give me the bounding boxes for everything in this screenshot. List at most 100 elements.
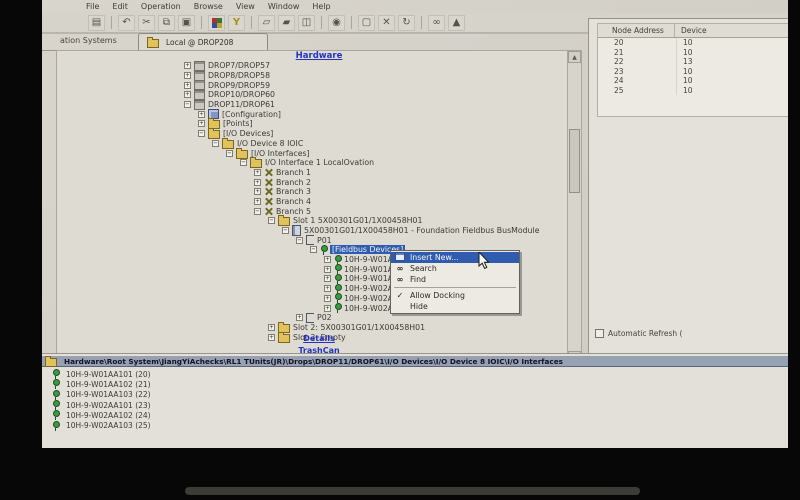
context-menu-item-allow-docking[interactable]: ✓Allow Docking: [391, 290, 519, 301]
collapse-box-icon[interactable]: −: [198, 130, 205, 137]
details-link[interactable]: Details: [57, 334, 581, 343]
device-list-item[interactable]: 10H-9-W02AA103 (25): [52, 420, 151, 430]
tree-item-i-o-device-8-ioic[interactable]: −I/O Device 8 IOIC: [57, 139, 567, 149]
expand-box-icon[interactable]: +: [324, 275, 331, 282]
device-list-item[interactable]: 10H-9-W02AA102 (24): [52, 410, 151, 420]
delete-icon[interactable]: ✕: [378, 15, 395, 31]
expand-box-icon[interactable]: +: [198, 120, 205, 127]
column-header-node-address[interactable]: Node Address: [598, 24, 675, 37]
hardware-panel-title[interactable]: Hardware: [57, 51, 581, 61]
device-list-root-row[interactable]: Hardware\Root System\JiangYiAchecks\RL1 …: [42, 356, 788, 367]
menu-browse[interactable]: Browse: [194, 2, 223, 11]
copy-icon[interactable]: ⧉: [158, 15, 175, 31]
tree-item-drop8-drop58[interactable]: +DROP8/DROP58: [57, 71, 567, 81]
expand-box-icon[interactable]: +: [198, 111, 205, 118]
collapse-box-icon[interactable]: −: [240, 159, 247, 166]
scrollbar-thumb[interactable]: [569, 129, 580, 193]
context-menu-item-find[interactable]: ∞Find: [391, 274, 519, 285]
find-next-icon[interactable]: ▲: [448, 15, 465, 31]
tree-item-points[interactable]: +[Points]: [57, 119, 567, 129]
binoculars-icon[interactable]: ∞: [428, 15, 445, 31]
paste-icon[interactable]: ▣: [178, 15, 195, 31]
camera-icon[interactable]: ◉: [328, 15, 345, 31]
column-header-device[interactable]: Device: [675, 24, 788, 37]
color-grid-icon[interactable]: [208, 15, 225, 31]
device-list-item[interactable]: 10H-9-W02AA101 (23): [52, 400, 151, 410]
collapse-box-icon[interactable]: −: [268, 217, 275, 224]
scroll-up-arrow-icon[interactable]: ▲: [568, 51, 581, 63]
menu-operation[interactable]: Operation: [141, 2, 181, 11]
filter-icon[interactable]: Y: [228, 15, 245, 31]
menu-help[interactable]: Help: [312, 2, 330, 11]
tree-scrollbar[interactable]: ▲ ▼: [567, 51, 581, 363]
tree-item-5x00301g01-1x00458h01-foundation-fieldbus-busmodule[interactable]: −5X00301G01/1X00458H01 - Foundation Fiel…: [57, 226, 567, 236]
menu-view[interactable]: View: [236, 2, 255, 11]
expand-box-icon[interactable]: +: [268, 324, 275, 331]
undo-icon[interactable]: ↶: [118, 15, 135, 31]
menu-edit[interactable]: Edit: [112, 2, 128, 11]
collapse-box-icon[interactable]: −: [212, 140, 219, 147]
expand-box-icon[interactable]: +: [184, 62, 191, 69]
expand-box-icon[interactable]: +: [184, 82, 191, 89]
tree-item-branch-3[interactable]: +Branch 3: [57, 187, 567, 197]
tree-item-drop7-drop57[interactable]: +DROP7/DROP57: [57, 61, 567, 71]
refresh-icon[interactable]: ↻: [398, 15, 415, 31]
expand-box-icon[interactable]: +: [296, 314, 303, 321]
tree-item-branch-4[interactable]: +Branch 4: [57, 197, 567, 207]
context-menu-item-hide[interactable]: Hide: [391, 301, 519, 312]
device-list-item[interactable]: 10H-9-W01AA101 (20): [52, 369, 151, 379]
tree-item-i-o-devices[interactable]: −[I/O Devices]: [57, 129, 567, 139]
tree-item-slot-1-5x00301g01-1x00458h01[interactable]: −Slot 1 5X00301G01/1X00458H01: [57, 216, 567, 226]
tree-item-configuration[interactable]: +[Configuration]: [57, 109, 567, 119]
table-row[interactable]: 2510: [598, 86, 788, 96]
expand-box-icon[interactable]: +: [324, 305, 331, 312]
table-row[interactable]: 2010: [598, 38, 788, 48]
menu-window[interactable]: Window: [268, 2, 300, 11]
import-icon[interactable]: ▱: [258, 15, 275, 31]
table-row[interactable]: 2110: [598, 48, 788, 58]
collapse-box-icon[interactable]: −: [254, 208, 261, 215]
expand-box-icon[interactable]: +: [254, 179, 261, 186]
print-icon[interactable]: ▤: [88, 15, 105, 31]
collapse-box-icon[interactable]: −: [226, 150, 233, 157]
expand-box-icon[interactable]: +: [324, 295, 331, 302]
context-menu-item-insert-new[interactable]: Insert New...: [391, 252, 519, 263]
tab-label: Local @ DROP208: [166, 38, 233, 47]
table-row[interactable]: 2310: [598, 67, 788, 77]
expand-box-icon[interactable]: +: [254, 188, 261, 195]
tab-local-drop208[interactable]: Local @ DROP208: [138, 33, 268, 50]
tree-item-p01[interactable]: −P01: [57, 235, 567, 245]
device-list-item[interactable]: 10H-9-W01AA102 (21): [52, 379, 151, 389]
expand-box-icon[interactable]: +: [324, 285, 331, 292]
expand-box-icon[interactable]: +: [254, 198, 261, 205]
tree-item-i-o-interfaces[interactable]: −[I/O Interfaces]: [57, 148, 567, 158]
tree-item-drop11-drop61[interactable]: −DROP11/DROP61: [57, 100, 567, 110]
tree-item-branch-1[interactable]: +Branch 1: [57, 168, 567, 178]
table-row[interactable]: 2410: [598, 76, 788, 86]
share-icon[interactable]: ◫: [298, 15, 315, 31]
table-row[interactable]: 2213: [598, 57, 788, 67]
collapse-box-icon[interactable]: −: [310, 246, 317, 253]
tree-item-p02[interactable]: +P02: [57, 313, 567, 323]
collapse-box-icon[interactable]: −: [184, 101, 191, 108]
tree-item-branch-2[interactable]: +Branch 2: [57, 177, 567, 187]
tree-item-drop9-drop59[interactable]: +DROP9/DROP59: [57, 80, 567, 90]
tree-item-i-o-interface-1-localovation[interactable]: −I/O Interface 1 LocalOvation: [57, 158, 567, 168]
expand-box-icon[interactable]: +: [324, 266, 331, 273]
automatic-refresh-checkbox[interactable]: [595, 329, 604, 338]
collapse-box-icon[interactable]: −: [282, 227, 289, 234]
device-list-item[interactable]: 10H-9-W01AA103 (22): [52, 390, 151, 400]
collapse-box-icon[interactable]: −: [296, 237, 303, 244]
expand-box-icon[interactable]: +: [184, 72, 191, 79]
export-icon[interactable]: ▰: [278, 15, 295, 31]
tree-item-drop10-drop60[interactable]: +DROP10/DROP60: [57, 90, 567, 100]
tree-item-branch-5[interactable]: −Branch 5: [57, 206, 567, 216]
expand-box-icon[interactable]: +: [254, 169, 261, 176]
menu-file[interactable]: File: [86, 2, 99, 11]
cut-icon[interactable]: ✂: [138, 15, 155, 31]
expand-box-icon[interactable]: +: [184, 91, 191, 98]
tree-item-slot-2-5x00301g01-1x00458h01[interactable]: +Slot 2: 5X00301G01/1X00458H01: [57, 323, 567, 333]
expand-box-icon[interactable]: +: [324, 256, 331, 263]
context-menu-item-search[interactable]: ∞Search: [391, 263, 519, 274]
select-icon[interactable]: ▢: [358, 15, 375, 31]
